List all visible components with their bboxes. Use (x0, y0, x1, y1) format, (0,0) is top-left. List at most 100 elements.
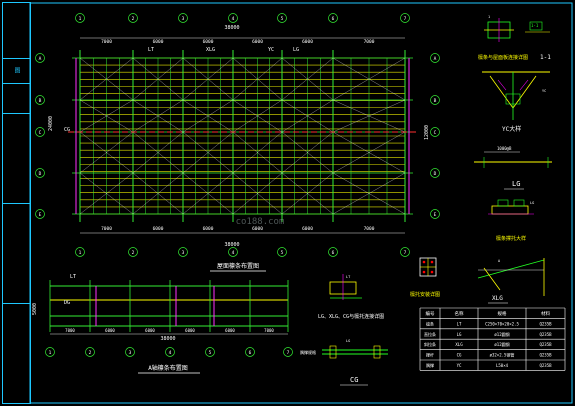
bay-dim: 6000 (252, 39, 263, 45)
axis-label: 7 (404, 16, 407, 22)
elev-total-dim: 38000 (160, 336, 175, 342)
table-cell: Q235B (539, 342, 552, 347)
axis-label: 4 (232, 250, 235, 256)
axis-label: 6 (249, 350, 252, 356)
axis-a-elevation: LT DG 5000 7000 6000 6000 6000 6000 7000 3800… (32, 274, 293, 374)
bottom-axis-bubbles: 1 2 3 4 5 6 7 (75, 247, 410, 257)
detail7-title: XLG (492, 295, 503, 302)
table-cell: 隅撑 (426, 362, 434, 368)
material-table: 编号 名称 规格 材料檩条 LT C250×70×20×2.5 Q235B 直拉条 LG ø12圆… (419, 307, 566, 371)
bay-dim: 7000 (65, 328, 75, 333)
axis-label: 3 (182, 16, 185, 22)
elevation-lines (49, 280, 289, 335)
plan-title: 屋面檩条布置图 (217, 262, 259, 270)
table-header-cell: 材料 (541, 310, 550, 317)
table-cell: ø12圆钢 (494, 331, 509, 337)
axis-label: 4 (169, 350, 172, 356)
elev-height-dim: 5000 (32, 303, 38, 315)
label-lg: LG (293, 47, 299, 53)
label-xlg: XLG (206, 47, 215, 53)
detail1-mark: 1-1 (540, 54, 551, 61)
label-cg: CG (64, 127, 70, 133)
axis-label: 5 (209, 350, 212, 356)
axis-label: 1 (79, 16, 82, 22)
axis-label: B (434, 98, 437, 104)
detail-purlin-bracket: 檩托安装详图 (410, 257, 440, 298)
axis-label: E (39, 212, 42, 218)
table-cell: 檩条 (426, 320, 434, 326)
table-cell: YC (457, 363, 462, 368)
bay-dim: 7000 (101, 226, 112, 232)
axis-label: 1 (49, 350, 52, 356)
bay-dim: 6000 (153, 39, 164, 45)
axis-label: 6 (332, 250, 335, 256)
axis-label: 2 (132, 250, 135, 256)
table-cell: LT (457, 321, 462, 326)
bay-dim: 6000 (145, 328, 155, 333)
table-cell: XLG (455, 342, 463, 347)
svg-text:1-1: 1-1 (531, 23, 539, 28)
axis-label: 7 (287, 350, 290, 356)
table-cell: 撑杆 (426, 352, 434, 358)
axis-label: E (434, 212, 437, 218)
axis-label: 1 (79, 250, 82, 256)
label-yc: YC (268, 47, 274, 53)
sheet-border (29, 2, 573, 404)
top-axis-bubbles: 1 2 3 4 5 6 7 (75, 13, 410, 23)
detail5-title: LG、XLG、CG与檩托连接详图 (318, 313, 384, 320)
top-total-dim: 38000 (224, 25, 239, 31)
table-header-cell: 规格 (498, 310, 507, 317)
cad-drawing-window: 图 38000 38000 7000 6000 6000 6000 6000 7000 7… (0, 0, 575, 406)
axis-label: D (39, 171, 42, 177)
table-cell: CG (457, 353, 462, 358)
detail-yc: YC YC大样 (482, 71, 550, 133)
elev-label-dg: DG (64, 300, 70, 306)
table-header-cell: 编号 (426, 310, 435, 317)
bay-dim: 6000 (302, 39, 313, 45)
table-cell: Q235B (539, 332, 552, 337)
left-axis-bubbles: A B C D E (35, 53, 45, 219)
plan-grid (68, 50, 417, 222)
watermark: co188.com (236, 217, 285, 227)
axis-label: 3 (182, 250, 185, 256)
table-cell: LG (457, 332, 462, 337)
axis-label: 2 (132, 16, 135, 22)
detail8-title: CG (350, 376, 358, 384)
axis-label: 5 (281, 16, 284, 22)
detail-purlin-support: LG 檩条撑托大样 (488, 199, 534, 242)
bay-dim: 7000 (101, 39, 112, 45)
table-cell: Q235B (539, 363, 552, 368)
bay-dim: 7000 (264, 328, 274, 333)
bay-dim: 7000 (364, 226, 375, 232)
axis-label: C (434, 130, 437, 136)
bay-dim: 6000 (203, 39, 214, 45)
bay-dim: 6000 (203, 226, 214, 232)
axis-label: D (434, 171, 437, 177)
table-cell: Q235B (539, 353, 552, 358)
table-cell: ø32×2.5钢管 (490, 352, 515, 358)
detail8-dim: 隅撑规格 (300, 349, 316, 355)
bay-dim: 6000 (153, 226, 164, 232)
table-cell: C250×70×20×2.5 (485, 321, 519, 326)
bottom-total-dim: 38000 (224, 242, 239, 248)
table-cell: ø12圆钢 (494, 341, 509, 347)
bay-dim: 6000 (302, 226, 313, 232)
elevation-axis-bubbles: 1 2 3 4 5 6 7 (45, 347, 293, 357)
axis-label: 2 (89, 350, 92, 356)
roof-purlin-plan: 38000 38000 7000 6000 6000 6000 6000 7000 700… (35, 13, 440, 272)
cad-canvas: 38000 38000 7000 6000 6000 6000 6000 7000 700… (29, 2, 573, 404)
detail3-dim: 1000@B (497, 146, 512, 151)
detail-lg: 1000@B LG (474, 146, 552, 190)
table-cell: 直拉条 (424, 331, 436, 337)
top-bay-dims: 7000 6000 6000 6000 6000 7000 (101, 39, 375, 45)
detail1-title: 檩条与屋面板连接详图 (478, 54, 528, 61)
detail-cg: LG 隅撑规格 CG (300, 339, 388, 386)
detail-xlg: A XLG (477, 258, 545, 304)
svg-text:A: A (498, 259, 501, 263)
axis-label: A (434, 56, 437, 62)
right-side-dim: 12000 (424, 125, 430, 140)
left-side-dim: 24000 (48, 116, 54, 131)
detail-purlin-connection: 1 1-1 檩条与屋面板连接详图 1-1 (478, 15, 551, 61)
bay-dim: 6000 (105, 328, 115, 333)
detail2-title: YC大样 (502, 125, 521, 133)
